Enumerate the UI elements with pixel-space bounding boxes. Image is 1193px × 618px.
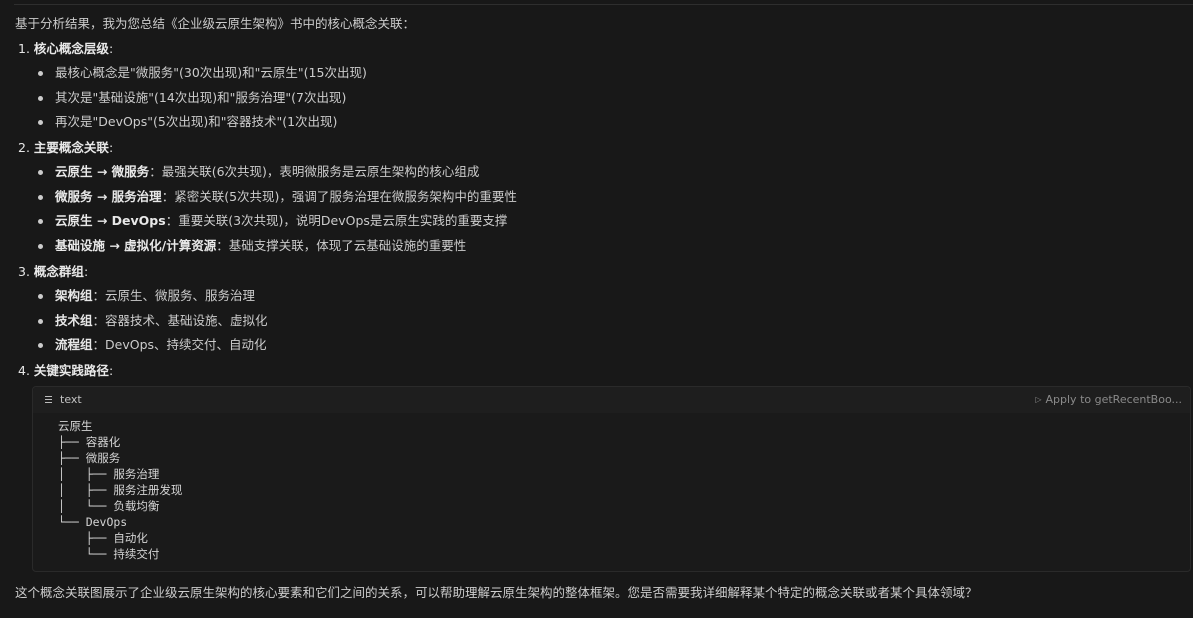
code-line: │ ├── 服务治理 [58,466,160,481]
list-item: 最核心概念是"微服务"(30次出现)和"云原生"(15次出现) [15,61,1190,86]
outro-paragraph: 这个概念关联图展示了企业级云原生架构的核心要素和它们之间的关系，可以帮助理解云原… [15,584,978,600]
code-line: ├── 微服务 [58,450,121,465]
play-icon: ▷ [1035,394,1042,404]
list-item: 其次是"基础设施"(14次出现)和"服务治理"(7次出现) [15,86,1190,111]
list-item: 流程组：DevOps、持续交付、自动化 [15,333,1190,358]
list-item: 微服务 → 服务治理：紧密关联(5次共现)，强调了服务治理在微服务架构中的重要性 [15,185,1190,210]
code-content: 云原生 ├── 容器化 ├── 微服务 │ ├── 服务治理 │ ├── 服务注… [33,413,1190,562]
code-line: └── DevOps [58,514,128,529]
list-lines-icon [45,395,52,403]
top-divider [14,4,1193,5]
code-line: │ └── 负载均衡 [58,498,160,513]
section-number: 4. [18,362,30,378]
section-1-list: 最核心概念是"微服务"(30次出现)和"云原生"(15次出现) 其次是"基础设施… [15,61,1190,135]
section-heading-4: 4. 关键实践路径: [18,362,114,378]
apply-button[interactable]: ▷ Apply to getRecentBoo... [1035,387,1182,414]
code-line: ├── 自动化 [58,530,148,545]
code-line: ├── 容器化 [58,434,121,449]
code-line: └── 持续交付 [58,546,160,561]
section-title: 概念群组 [33,263,84,279]
section-3-list: 架构组：云原生、微服务、服务治理 技术组：容器技术、基础设施、虚拟化 流程组：D… [15,284,1190,358]
chat-response: 基于分析结果，我为您总结《企业级云原生架构》书中的核心概念关联： 1. 核心概念… [15,12,1191,605]
intro-paragraph: 基于分析结果，我为您总结《企业级云原生架构》书中的核心概念关联： [15,16,416,31]
section-title: 核心概念层级 [33,41,109,56]
section-number: 2. [18,140,30,156]
code-language-label: text [60,392,82,406]
section-title: 主要概念关联 [33,140,109,156]
code-block-header: text ▷ Apply to getRecentBoo... [33,386,1190,414]
list-item: 技术组：容器技术、基础设施、虚拟化 [15,309,1190,334]
section-number: 1. [18,41,30,56]
apply-button-label: Apply to getRecentBoo... [1045,392,1182,406]
list-item: 云原生 → 微服务：最强关联(6次共现)，表明微服务是云原生架构的核心组成 [15,160,1190,185]
section-heading-1: 1. 核心概念层级: [18,41,114,56]
list-item: 再次是"DevOps"(5次出现)和"容器技术"(1次出现) [15,110,1190,135]
section-2-list: 云原生 → 微服务：最强关联(6次共现)，表明微服务是云原生架构的核心组成 微服… [15,160,1190,259]
code-block: text ▷ Apply to getRecentBoo... 云原生 ├── 容… [32,385,1191,572]
code-line: 云原生 [58,418,93,433]
code-line: │ ├── 服务注册发现 [58,482,183,497]
list-item: 云原生 → DevOps：重要关联(3次共现)，说明DevOps是云原生实践的重… [15,209,1190,234]
section-title: 关键实践路径 [33,362,109,378]
list-item: 架构组：云原生、微服务、服务治理 [15,284,1190,309]
section-heading-2: 2. 主要概念关联: [18,140,114,156]
section-number: 3. [18,263,30,279]
list-item: 基础设施 → 虚拟化/计算资源：基础支撑关联，体现了云基础设施的重要性 [15,234,1190,259]
section-heading-3: 3. 概念群组: [18,263,89,279]
